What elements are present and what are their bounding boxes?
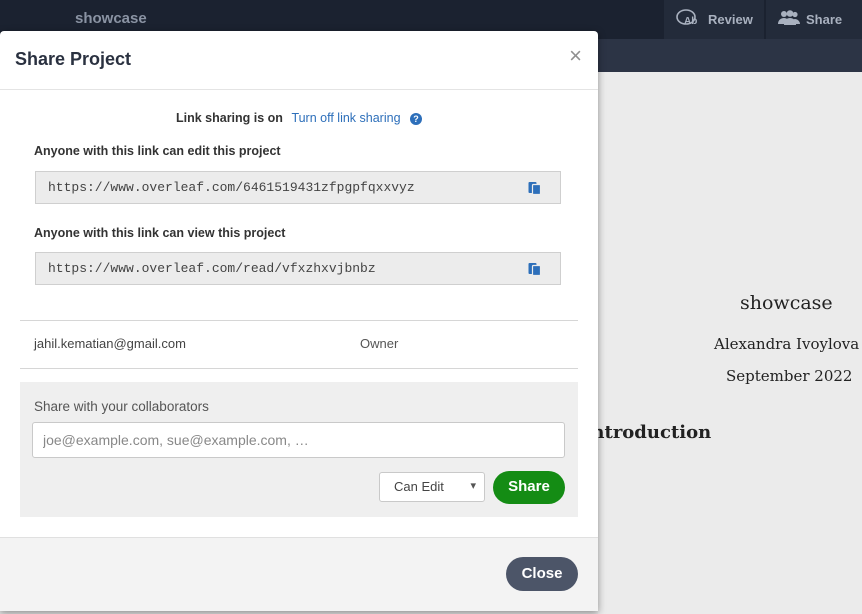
modal-title: Share Project: [15, 49, 132, 69]
pdf-toolbar: [598, 39, 862, 72]
view-link-url: https://www.overleaf.com/read/vfxzhxvjbn…: [48, 261, 376, 276]
share-button-top[interactable]: Share: [766, 0, 862, 39]
review-button[interactable]: Ab Review: [664, 0, 764, 39]
divider: [20, 368, 578, 369]
turn-off-link-sharing-link[interactable]: Turn off link sharing: [291, 111, 400, 125]
pdf-author: Alexandra Ivoylova: [714, 335, 860, 353]
modal-header: Share Project ×: [0, 31, 598, 90]
svg-text:Ab: Ab: [684, 16, 697, 27]
view-link-field[interactable]: https://www.overleaf.com/read/vfxzhxvjbn…: [35, 252, 561, 285]
divider: [20, 320, 578, 321]
review-icon: Ab: [676, 9, 702, 30]
close-button[interactable]: Close: [506, 557, 578, 591]
member-role: Owner: [360, 336, 399, 351]
edit-link-field[interactable]: https://www.overleaf.com/6461519431zfpgp…: [35, 171, 561, 204]
add-collaborators-panel: Share with your collaborators Can Edit ▾…: [20, 382, 578, 517]
modal-footer: Close: [0, 537, 598, 611]
copy-icon[interactable]: [528, 261, 542, 280]
view-link-label: Anyone with this link can view this proj…: [34, 226, 286, 240]
review-label: Review: [708, 12, 753, 27]
permission-select[interactable]: Can Edit ▾: [379, 472, 485, 502]
question-circle-icon[interactable]: ?: [410, 112, 423, 125]
link-sharing-row: Link sharing is on Turn off link sharing…: [0, 111, 598, 125]
pdf-date: September 2022: [726, 367, 853, 385]
close-icon[interactable]: ×: [569, 43, 582, 69]
edit-link-url: https://www.overleaf.com/6461519431zfpgp…: [48, 180, 415, 195]
share-button[interactable]: Share: [493, 471, 565, 504]
collaborators-label: Share with your collaborators: [34, 399, 209, 414]
edit-link-label: Anyone with this link can edit this proj…: [34, 144, 281, 158]
link-sharing-status: Link sharing is on: [175, 111, 283, 125]
member-email: jahil.kematian@gmail.com: [34, 336, 186, 351]
project-title: showcase: [75, 10, 147, 27]
chevron-down-icon: ▾: [470, 480, 476, 492]
share-project-modal: Share Project × Link sharing is on Turn …: [0, 31, 598, 611]
share-label: Share: [806, 12, 843, 27]
permission-value: Can Edit: [394, 479, 444, 494]
users-icon: [778, 10, 800, 29]
pdf-doc-title: showcase: [740, 292, 833, 314]
pdf-section-heading: Introduction: [583, 422, 712, 443]
collaborators-email-input[interactable]: [32, 422, 565, 458]
copy-icon[interactable]: [528, 180, 542, 199]
